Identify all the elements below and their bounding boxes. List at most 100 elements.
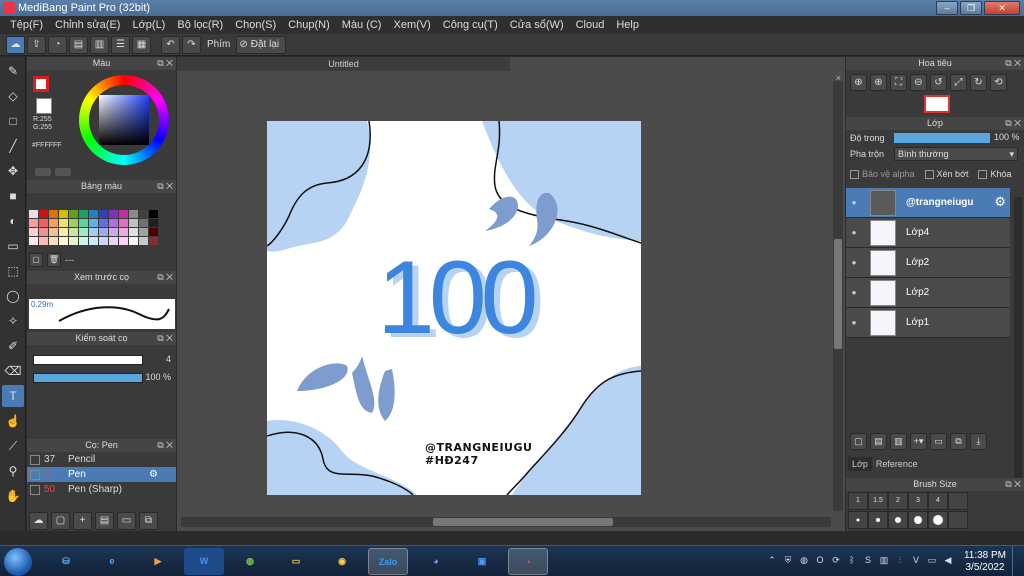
visibility-icon[interactable]: ● <box>846 258 862 267</box>
panel-controls[interactable]: ⧉ ✕ <box>157 439 173 452</box>
menu-tools[interactable]: Công cụ(T) <box>437 16 504 34</box>
bluetooth-icon[interactable]: ᛒ <box>846 554 858 566</box>
tab-layer[interactable]: Lớp <box>848 457 872 471</box>
word-app-icon[interactable]: W <box>184 548 224 575</box>
zoom-in-icon[interactable]: ⊕ <box>850 74 867 91</box>
menu-color[interactable]: Màu (C) <box>336 16 388 34</box>
skype-icon[interactable]: S <box>862 554 874 566</box>
magic-wand-tool-icon[interactable]: ✧ <box>2 310 24 332</box>
color-swatch[interactable] <box>119 228 128 236</box>
color-swatch[interactable] <box>139 237 148 245</box>
color-swatch[interactable] <box>89 228 98 236</box>
color-swatch[interactable] <box>149 219 158 227</box>
new-halftone-layer-icon[interactable]: ▤ <box>870 433 887 450</box>
color-swatch[interactable] <box>69 228 78 236</box>
brush-size-option[interactable] <box>948 492 968 510</box>
fit-window-icon[interactable]: ⤢ <box>950 74 967 91</box>
chrome-icon[interactable]: ◉ <box>322 548 362 575</box>
panel-controls[interactable]: ⧉ ✕ <box>157 180 173 193</box>
unikey-icon[interactable]: V <box>910 554 922 566</box>
share-icon[interactable]: ⇪ <box>27 35 46 54</box>
color-swatch[interactable] <box>79 219 88 227</box>
panel-icon[interactable]: ▤ <box>69 35 88 54</box>
menu-view[interactable]: Xem(V) <box>387 16 436 34</box>
document-icon[interactable]: ▥ <box>90 35 109 54</box>
clock[interactable]: 11:38 PM 3/5/2022 <box>964 550 1006 574</box>
brush-size-option[interactable]: 3 <box>908 492 928 510</box>
layer-row-selected[interactable]: ● @trangneiugu ⚙ <box>846 188 1010 218</box>
color-swatch[interactable] <box>49 228 58 236</box>
color-swatch[interactable] <box>129 228 138 236</box>
move-tool-icon[interactable]: ✥ <box>2 160 24 182</box>
color-swatch[interactable] <box>109 219 118 227</box>
divide-tool-icon[interactable]: ⟋ <box>2 435 24 457</box>
color-swatch[interactable] <box>39 210 48 218</box>
menu-layer[interactable]: Lớp(L) <box>126 16 171 34</box>
brush-size-dot[interactable] <box>848 511 868 529</box>
brush-size-dot[interactable] <box>868 511 888 529</box>
medibang-app-icon[interactable]: ◔ <box>508 548 548 575</box>
reset-view-icon[interactable]: ⟲ <box>990 74 1007 91</box>
color-swatch[interactable] <box>149 237 158 245</box>
menu-edit[interactable]: Chỉnh sửa(E) <box>49 16 126 34</box>
select-eraser-tool-icon[interactable]: ⌫ <box>2 360 24 382</box>
zoom-app-icon[interactable]: ▣ <box>462 548 502 575</box>
color-swatch[interactable] <box>119 237 128 245</box>
layer-opacity-slider[interactable] <box>894 133 990 143</box>
color-swatch[interactable] <box>29 219 38 227</box>
new-8bit-layer-icon[interactable]: ▥ <box>890 433 907 450</box>
rotate-right-icon[interactable]: ↻ <box>970 74 987 91</box>
panel-controls[interactable]: ⧉ ✕ <box>1005 57 1021 70</box>
color-swatch[interactable] <box>59 237 68 245</box>
folder-icon[interactable]: ▭ <box>930 433 947 450</box>
menu-help[interactable]: Help <box>610 16 645 34</box>
file-explorer-icon[interactable]: ▭ <box>276 548 316 575</box>
color-swatch[interactable] <box>99 210 108 218</box>
brush-settings-icon[interactable]: ▤ <box>95 512 114 530</box>
horizontal-scrollbar[interactable] <box>181 517 831 527</box>
color-swatch[interactable] <box>59 219 68 227</box>
color-swatch[interactable] <box>59 228 68 236</box>
maximize-button[interactable]: ❐ <box>960 1 982 15</box>
menu-filter[interactable]: Bộ lọc(R) <box>171 16 229 34</box>
discord-icon[interactable]: ◕ <box>416 548 456 575</box>
brush-opacity-slider[interactable] <box>33 373 143 383</box>
add-brush-icon[interactable]: + <box>73 512 92 530</box>
color-swatch[interactable] <box>129 237 138 245</box>
color-swatch[interactable] <box>99 228 108 236</box>
merge-down-icon[interactable]: ⤓ <box>970 433 987 450</box>
color-swatch[interactable] <box>139 219 148 227</box>
saturation-square[interactable] <box>99 95 149 145</box>
panel-controls[interactable]: ⧉ ✕ <box>157 271 173 284</box>
eraser-tool-icon[interactable]: ◇ <box>2 85 24 107</box>
color-mode-button[interactable] <box>35 168 51 176</box>
panel-controls[interactable]: ⧉ ✕ <box>157 57 173 70</box>
brush-item[interactable]: 50 Pen (Sharp) <box>27 482 176 497</box>
volume-icon[interactable]: ◀ <box>942 554 954 566</box>
brush-size-option[interactable]: 1 <box>848 492 868 510</box>
operation-tool-icon[interactable]: ☝ <box>2 410 24 432</box>
rotate-left-icon[interactable]: ↺ <box>930 74 947 91</box>
menu-file[interactable]: Tệp(F) <box>4 16 49 34</box>
unikey-app-icon[interactable]: ⛁ <box>46 548 86 575</box>
brush-tool-icon[interactable]: ✎ <box>2 60 24 82</box>
lock-checkbox[interactable] <box>978 169 988 179</box>
zoom-out-icon[interactable]: ⊖ <box>910 74 927 91</box>
color-swatch[interactable] <box>129 219 138 227</box>
color-swatch[interactable] <box>139 210 148 218</box>
sync-icon[interactable]: ⟳ <box>830 554 842 566</box>
show-desktop-button[interactable] <box>1012 546 1024 576</box>
brush-checkbox[interactable] <box>30 469 40 480</box>
clipping-option[interactable]: Xén bớt <box>924 169 968 179</box>
close-button[interactable]: ✕ <box>984 1 1020 15</box>
brush-item-selected[interactable]: 4 Pen ⚙ <box>27 467 176 482</box>
brush-opacity-value[interactable]: 100 % <box>145 372 171 384</box>
network-icon[interactable]: ▥ <box>878 554 890 566</box>
brush-size-option[interactable]: 1.5 <box>868 492 888 510</box>
brush-size-option[interactable]: 4 <box>928 492 948 510</box>
shape-tool-icon[interactable]: □ <box>2 110 24 132</box>
color-swatch[interactable] <box>139 228 148 236</box>
folder-icon[interactable]: ▭ <box>117 512 136 530</box>
text-tool-icon[interactable]: T <box>2 385 24 407</box>
color-swatch[interactable] <box>49 219 58 227</box>
